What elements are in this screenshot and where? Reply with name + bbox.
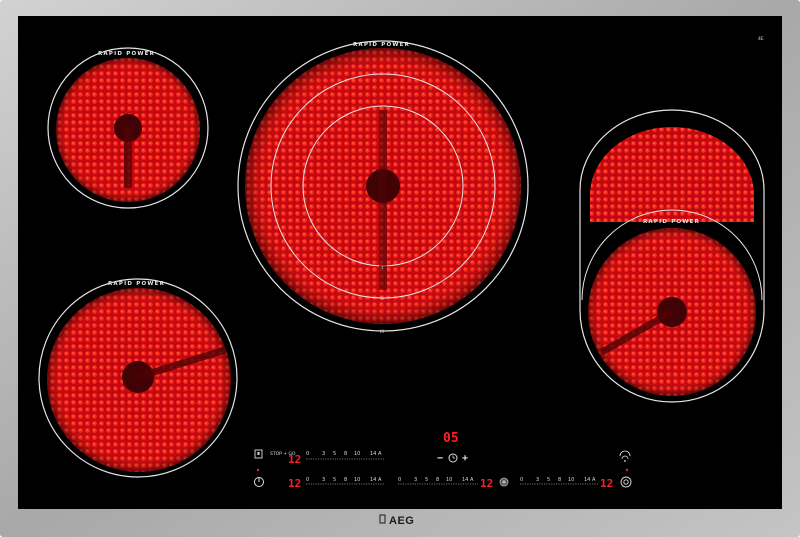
svg-text:5: 5 — [333, 477, 336, 483]
svg-text:5: 5 — [547, 477, 550, 483]
svg-text:AEG: AEG — [389, 515, 414, 527]
zone-display-top-left: 12 — [288, 453, 301, 466]
svg-text:10: 10 — [354, 477, 360, 483]
svg-text:8: 8 — [344, 477, 347, 483]
zone-display-bottom-middle: 12 — [480, 477, 493, 490]
cooktop: 4E RAPID POWER RAPID POWER I II III RAPI… — [0, 0, 800, 537]
svg-text:A: A — [470, 477, 474, 483]
zone-center-label: RAPID POWER — [353, 42, 410, 48]
svg-text:0: 0 — [306, 477, 309, 483]
timer-minus-button[interactable]: − — [437, 453, 443, 464]
zone-display-bottom-right: 12 — [600, 477, 613, 490]
svg-text:3: 3 — [322, 451, 325, 457]
svg-text:−: − — [437, 453, 443, 464]
svg-text:A: A — [378, 451, 382, 457]
zone-bottom-left-label: RAPID POWER — [108, 281, 165, 287]
zone-select-icon[interactable] — [499, 477, 509, 487]
svg-text:14: 14 — [584, 477, 590, 483]
svg-text:5: 5 — [425, 477, 428, 483]
svg-text:A: A — [592, 477, 596, 483]
zone-display-bottom-left: 12 — [288, 477, 301, 490]
zone-right-label: RAPID POWER — [643, 219, 700, 225]
top-right-mark: 4E — [758, 36, 764, 42]
svg-text:8: 8 — [558, 477, 561, 483]
svg-text:0: 0 — [398, 477, 401, 483]
svg-text:10: 10 — [446, 477, 452, 483]
svg-text:+: + — [462, 453, 468, 464]
svg-text:10: 10 — [568, 477, 574, 483]
zone-center-mark-1: I — [382, 265, 383, 271]
svg-text:3: 3 — [536, 477, 539, 483]
svg-text:3: 3 — [322, 477, 325, 483]
zone-center-mark-3: III — [380, 329, 384, 335]
svg-text:14: 14 — [370, 451, 376, 457]
zone-center-mark-2: II — [381, 296, 384, 302]
svg-text:14: 14 — [462, 477, 468, 483]
svg-text:A: A — [378, 477, 382, 483]
svg-text:0: 0 — [520, 477, 523, 483]
svg-text:3: 3 — [414, 477, 417, 483]
svg-text:14: 14 — [370, 477, 376, 483]
svg-text:8: 8 — [344, 451, 347, 457]
timer-plus-button[interactable]: + — [462, 453, 468, 464]
svg-text:5: 5 — [333, 451, 336, 457]
zone-top-left-label: RAPID POWER — [98, 51, 155, 57]
svg-text:8: 8 — [436, 477, 439, 483]
timer-display: 05 — [443, 431, 459, 446]
svg-text:0: 0 — [306, 451, 309, 457]
svg-text:10: 10 — [354, 451, 360, 457]
